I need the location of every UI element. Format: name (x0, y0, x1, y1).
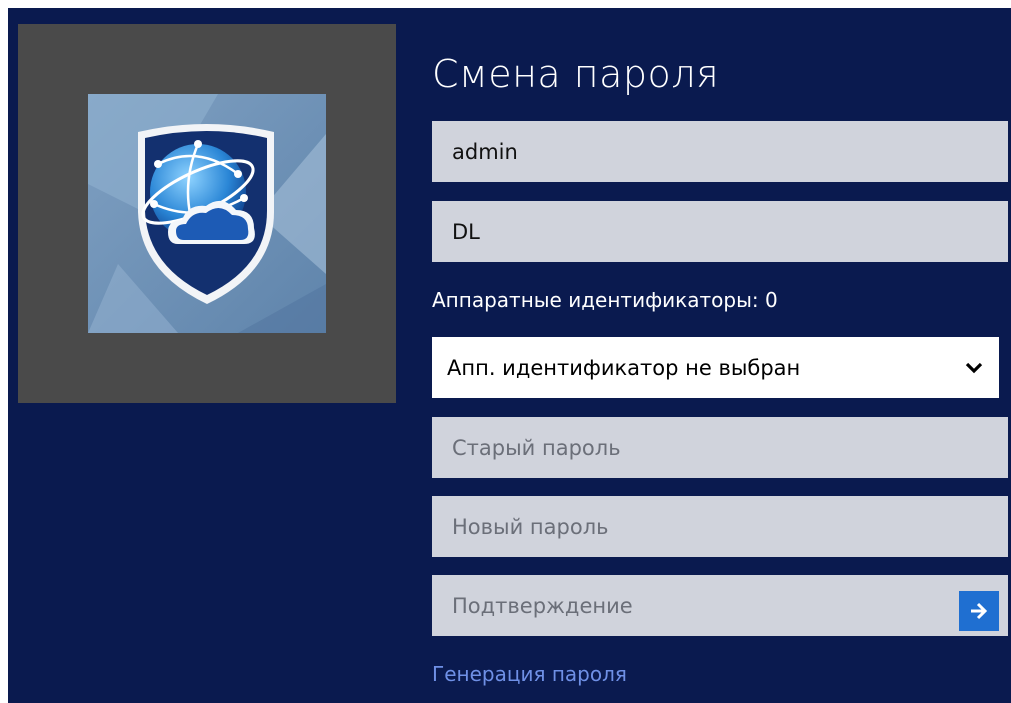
generate-password-link[interactable]: Генерация пароля (432, 662, 627, 686)
confirm-password-placeholder: Подтверждение (452, 593, 633, 618)
arrow-right-icon (971, 602, 988, 620)
hardware-id-select[interactable]: Апп. идентификатор не выбран (432, 337, 999, 398)
user-tile (88, 94, 326, 333)
domain-field[interactable]: DL (432, 201, 1008, 262)
username-value: admin (452, 139, 518, 164)
submit-button[interactable] (959, 591, 999, 631)
chevron-down-icon (963, 357, 985, 379)
old-password-placeholder: Старый пароль (452, 435, 621, 460)
hardware-id-select-value: Апп. идентификатор не выбран (447, 355, 801, 380)
page-title: Смена пароля (432, 52, 720, 96)
hardware-ids-label: Аппаратные идентификаторы: 0 (432, 288, 778, 312)
username-field[interactable]: admin (432, 121, 1008, 182)
new-password-field[interactable]: Новый пароль (432, 496, 1008, 557)
confirm-password-field[interactable]: Подтверждение (432, 575, 1008, 636)
user-tile-frame (18, 24, 396, 403)
old-password-field[interactable]: Старый пароль (432, 417, 1008, 478)
new-password-placeholder: Новый пароль (452, 514, 609, 539)
shield-globe-cloud-icon (88, 94, 326, 333)
domain-value: DL (452, 219, 480, 244)
password-change-screen: Смена пароля admin DL Аппаратные идентиф… (8, 8, 1011, 703)
